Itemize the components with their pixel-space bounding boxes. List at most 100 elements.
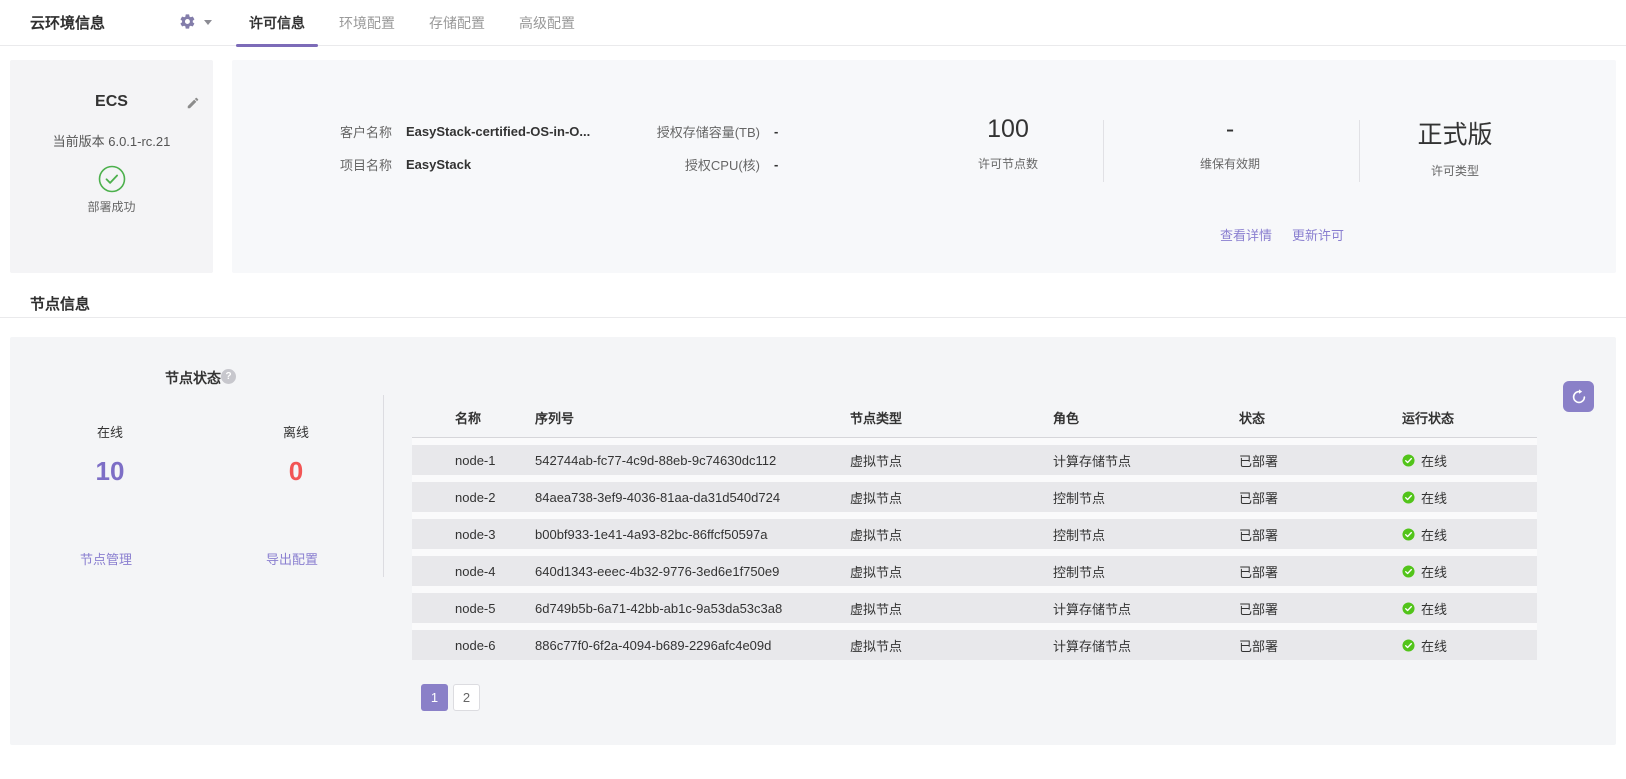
table-row: node-1 542744ab-fc77-4c9d-88eb-9c74630dc… xyxy=(412,445,1537,475)
node-table-body: node-1 542744ab-fc77-4c9d-88eb-9c74630dc… xyxy=(412,438,1537,660)
tab-advanced-config[interactable]: 高级配置 xyxy=(502,0,592,46)
pencil-icon[interactable] xyxy=(185,96,200,111)
licensed-nodes-value: 100 xyxy=(908,115,1108,144)
cell-serial: b00bf933-1e41-4a93-82bc-86ffcf50597a xyxy=(535,527,850,542)
cell-node-type: 虚拟节点 xyxy=(850,636,1053,655)
cell-node-type: 虚拟节点 xyxy=(850,451,1053,470)
cell-serial: 84aea738-3ef9-4036-81aa-da31d540d724 xyxy=(535,490,850,505)
cell-status: 已部署 xyxy=(1239,562,1402,581)
pagination: 1 2 xyxy=(421,684,480,711)
customer-name-value: EasyStack-certified-OS-in-O... xyxy=(406,124,590,139)
cell-status: 已部署 xyxy=(1239,636,1402,655)
node-management-link[interactable]: 节点管理 xyxy=(80,549,132,568)
tab-storage-config[interactable]: 存储配置 xyxy=(412,0,502,46)
check-circle-icon xyxy=(98,165,126,193)
page-header: 云环境信息 许可信息 环境配置 存储配置 高级配置 xyxy=(0,0,1626,46)
cell-node-type: 虚拟节点 xyxy=(850,488,1053,507)
licensed-storage-value: - xyxy=(774,124,778,139)
licensed-cpu-label: 授权CPU(核) xyxy=(592,155,760,174)
run-status-text: 在线 xyxy=(1421,488,1447,507)
node-table: 名称 序列号 节点类型 角色 状态 运行状态 node-1 542744ab-f… xyxy=(412,398,1537,660)
table-row: node-5 6d749b5b-6a71-42bb-ab1c-9a53da53c… xyxy=(412,593,1537,623)
environment-name: ECS xyxy=(10,93,213,111)
license-type-stat: 正式版 许可类型 xyxy=(1355,115,1555,179)
update-license-link[interactable]: 更新许可 xyxy=(1292,225,1344,244)
check-badge-icon xyxy=(1402,565,1415,578)
cell-role: 控制节点 xyxy=(1053,562,1239,581)
licensed-storage-field: 授权存储容量(TB) - xyxy=(592,122,778,141)
cell-role: 控制节点 xyxy=(1053,525,1239,544)
cell-role: 计算存储节点 xyxy=(1053,451,1239,470)
col-role: 角色 xyxy=(1053,408,1239,427)
online-label: 在线 xyxy=(50,422,170,441)
cell-role: 计算存储节点 xyxy=(1053,599,1239,618)
table-row: node-3 b00bf933-1e41-4a93-82bc-86ffcf505… xyxy=(412,519,1537,549)
project-name-label: 项目名称 xyxy=(340,155,392,174)
refresh-button[interactable] xyxy=(1563,381,1594,412)
cell-name: node-4 xyxy=(455,564,535,579)
question-mark-icon[interactable]: ? xyxy=(221,369,236,384)
col-status: 状态 xyxy=(1239,408,1402,427)
cell-role: 计算存储节点 xyxy=(1053,636,1239,655)
project-name-value: EasyStack xyxy=(406,157,471,172)
refresh-icon xyxy=(1571,389,1587,405)
cell-name: node-3 xyxy=(455,527,535,542)
tab-bar: 许可信息 环境配置 存储配置 高级配置 xyxy=(232,0,592,46)
node-info-title: 节点信息 xyxy=(30,293,90,314)
tab-license-info[interactable]: 许可信息 xyxy=(232,0,322,46)
cell-run-status: 在线 xyxy=(1402,525,1537,544)
run-status-text: 在线 xyxy=(1421,599,1447,618)
customer-name-field: 客户名称 EasyStack-certified-OS-in-O... xyxy=(340,122,590,141)
check-badge-icon xyxy=(1402,639,1415,652)
cell-name: node-5 xyxy=(455,601,535,616)
cell-name: node-2 xyxy=(455,490,535,505)
licensed-cpu-value: - xyxy=(774,157,778,172)
cell-node-type: 虚拟节点 xyxy=(850,525,1053,544)
col-name: 名称 xyxy=(455,408,535,427)
license-type-value: 正式版 xyxy=(1355,115,1555,151)
maintenance-validity-label: 维保有效期 xyxy=(1130,155,1330,172)
cell-run-status: 在线 xyxy=(1402,562,1537,581)
cell-status: 已部署 xyxy=(1239,451,1402,470)
cell-status: 已部署 xyxy=(1239,525,1402,544)
table-row: node-6 886c77f0-6f2a-4094-b689-2296afc4e… xyxy=(412,630,1537,660)
maintenance-validity-value: - xyxy=(1130,115,1330,144)
run-status-text: 在线 xyxy=(1421,451,1447,470)
gear-icon[interactable] xyxy=(179,13,197,31)
run-status-text: 在线 xyxy=(1421,562,1447,581)
page-button-1[interactable]: 1 xyxy=(421,684,448,711)
cell-role: 控制节点 xyxy=(1053,488,1239,507)
cell-node-type: 虚拟节点 xyxy=(850,562,1053,581)
check-badge-icon xyxy=(1402,454,1415,467)
online-stat: 在线 10 xyxy=(50,422,170,487)
vertical-divider xyxy=(383,395,384,577)
col-run-status: 运行状态 xyxy=(1402,408,1537,427)
tab-environment-config[interactable]: 环境配置 xyxy=(322,0,412,46)
current-version-label: 当前版本 xyxy=(53,134,105,149)
stat-divider xyxy=(1103,120,1104,182)
offline-label: 离线 xyxy=(236,422,356,441)
current-version: 当前版本 6.0.1-rc.21 xyxy=(10,131,213,150)
cell-run-status: 在线 xyxy=(1402,599,1537,618)
cell-run-status: 在线 xyxy=(1402,488,1537,507)
license-type-label: 许可类型 xyxy=(1355,162,1555,179)
view-details-link[interactable]: 查看详情 xyxy=(1220,225,1272,244)
table-row: node-4 640d1343-eeec-4b32-9776-3ed6e1f75… xyxy=(412,556,1537,586)
cloud-environment-page: 云环境信息 许可信息 环境配置 存储配置 高级配置 ECS 当前版本 6.0.1… xyxy=(0,0,1626,779)
project-name-field: 项目名称 EasyStack xyxy=(340,155,471,174)
offline-stat: 离线 0 xyxy=(236,422,356,487)
cell-name: node-6 xyxy=(455,638,535,653)
page-button-2[interactable]: 2 xyxy=(453,684,480,711)
cell-serial: 640d1343-eeec-4b32-9776-3ed6e1f750e9 xyxy=(535,564,850,579)
section-divider xyxy=(0,317,1626,318)
cell-node-type: 虚拟节点 xyxy=(850,599,1053,618)
export-config-link[interactable]: 导出配置 xyxy=(266,549,318,568)
page-title: 云环境信息 xyxy=(30,0,105,45)
cell-serial: 886c77f0-6f2a-4094-b689-2296afc4e09d xyxy=(535,638,850,653)
licensed-nodes-stat: 100 许可节点数 xyxy=(908,115,1108,172)
chevron-down-icon[interactable] xyxy=(204,20,212,25)
cell-run-status: 在线 xyxy=(1402,451,1537,470)
table-row: node-2 84aea738-3ef9-4036-81aa-da31d540d… xyxy=(412,482,1537,512)
current-version-value: 6.0.1-rc.21 xyxy=(108,134,170,149)
run-status-text: 在线 xyxy=(1421,636,1447,655)
